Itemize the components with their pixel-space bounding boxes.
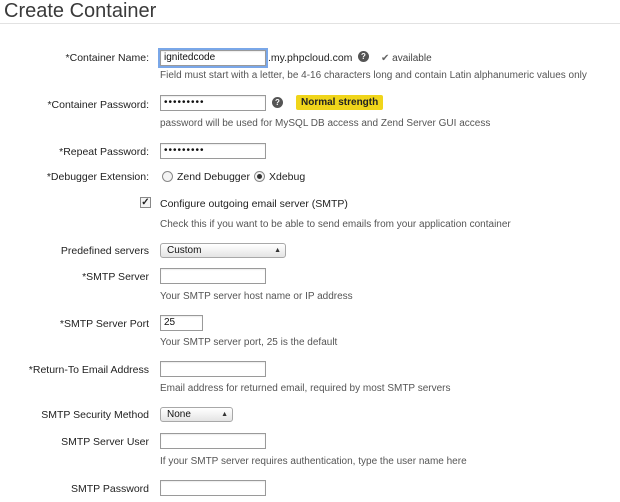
password-strength-badge: Normal strength: [296, 95, 384, 110]
smtp-port-hint: Your SMTP server port, 25 is the default: [160, 337, 338, 348]
check-icon: ✔: [381, 53, 390, 64]
debugger-extension-label: *Debugger Extension:: [46, 171, 149, 183]
smtp-password-label: SMTP Password: [71, 483, 149, 495]
container-name-help-icon[interactable]: ?: [358, 51, 369, 62]
smtp-port-input[interactable]: 25: [160, 315, 203, 331]
container-domain-suffix: .my.phpcloud.com: [268, 52, 353, 64]
container-password-input[interactable]: •••••••••: [160, 95, 266, 111]
predefined-servers-value: Custom: [167, 245, 202, 256]
configure-smtp-hint: Check this if you want to be able to sen…: [160, 219, 511, 230]
smtp-server-input[interactable]: [160, 268, 266, 284]
security-method-value: None: [167, 409, 191, 420]
repeat-password-input[interactable]: •••••••••: [160, 143, 266, 159]
return-email-hint: Email address for returned email, requir…: [160, 383, 451, 394]
container-password-label: *Container Password:: [47, 99, 149, 111]
available-status-text: available: [392, 53, 432, 64]
predefined-servers-label: Predefined servers: [60, 245, 149, 257]
available-status: ✔ available: [381, 53, 432, 64]
title-divider: [0, 23, 620, 24]
zend-debugger-radio[interactable]: [162, 171, 173, 182]
repeat-password-label: *Repeat Password:: [59, 146, 149, 158]
container-name-input[interactable]: ignitedcode: [158, 48, 268, 68]
page-title: Create Container: [4, 0, 157, 22]
security-method-label: SMTP Security Method: [41, 409, 149, 421]
select-arrows-icon: ▲: [274, 247, 281, 254]
zend-debugger-label[interactable]: Zend Debugger: [177, 171, 250, 183]
configure-smtp-checkbox[interactable]: ✓: [140, 197, 151, 208]
smtp-user-input[interactable]: [160, 433, 266, 449]
security-method-select[interactable]: None ▲: [160, 407, 233, 422]
container-name-hint: Field must start with a letter, be 4-16 …: [160, 70, 587, 81]
container-password-hint: password will be used for MySQL DB acces…: [160, 118, 491, 129]
smtp-port-label: *SMTP Server Port: [59, 318, 149, 330]
smtp-password-input[interactable]: [160, 480, 266, 496]
smtp-server-hint: Your SMTP server host name or IP address: [160, 291, 353, 302]
select-arrows-icon: ▲: [221, 411, 228, 418]
container-password-help-icon[interactable]: ?: [272, 97, 283, 108]
smtp-user-hint: If your SMTP server requires authenticat…: [160, 456, 467, 467]
predefined-servers-select[interactable]: Custom ▲: [160, 243, 286, 258]
xdebug-label[interactable]: Xdebug: [269, 171, 305, 183]
xdebug-radio[interactable]: [254, 171, 265, 182]
container-name-label: *Container Name:: [65, 52, 149, 64]
return-email-label: *Return-To Email Address: [28, 364, 149, 376]
return-email-input[interactable]: [160, 361, 266, 377]
smtp-server-label: *SMTP Server: [82, 271, 149, 283]
configure-smtp-label[interactable]: Configure outgoing email server (SMTP): [160, 198, 348, 210]
smtp-user-label: SMTP Server User: [61, 436, 149, 448]
